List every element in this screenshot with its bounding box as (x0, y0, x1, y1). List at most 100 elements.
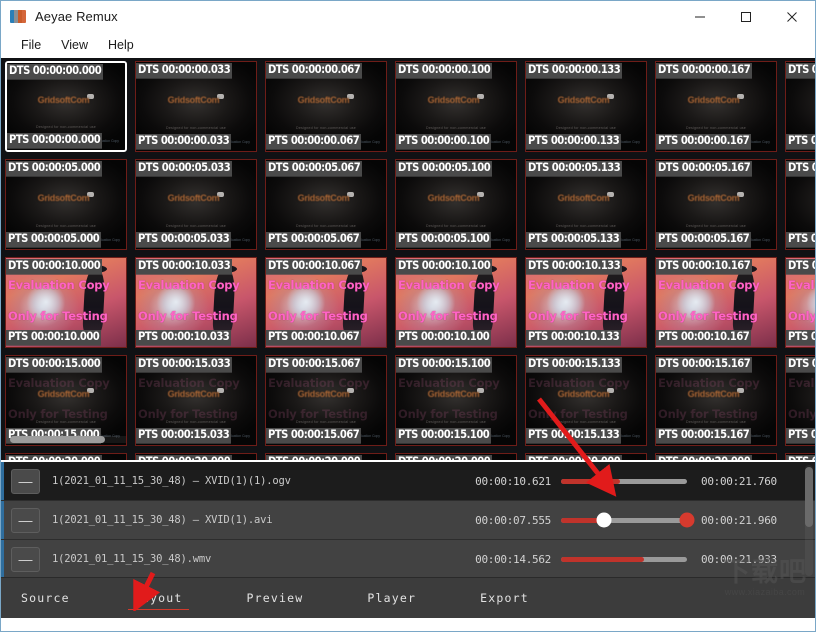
remove-file-button[interactable]: — (11, 507, 40, 533)
file-list-row[interactable]: — 1(2021_01_11_15_30_48) – XVID(1)(1).ogv… (1, 462, 815, 501)
thumbnail-cell[interactable]: Evaluation Copy Only for Testing DTS 00 PTS… (781, 254, 815, 352)
evaluation-watermark-line1: Evaluation Copy (658, 278, 760, 293)
close-button[interactable] (769, 1, 815, 32)
evaluation-watermark-line2: Only for Testing (8, 308, 108, 323)
thumbnail-cell[interactable]: Sponsored byGridsoftComDesigned for non-… (1, 352, 131, 450)
thumbnail-frame: Sponsored byGridsoftComDesigned for non-… (135, 61, 257, 152)
file-list-scrollbar[interactable] (805, 465, 813, 576)
dts-timestamp-label: DTS 00:00:05.000 (6, 161, 103, 177)
thumbnail-cell[interactable]: Sponsored byGridsoftComDesigned for non-… (391, 352, 521, 450)
frame-note-text: Designed for non-commercial use (296, 125, 356, 130)
thumbnail-grid[interactable]: Sponsored byGridsoftComDesigned for non-… (1, 58, 815, 460)
evaluation-watermark-line2: Only for Testing (528, 406, 628, 421)
thumbnail-cell[interactable]: Sponsored byGridsoftComDesigned for non-… (261, 58, 391, 156)
thumbnail-cell[interactable]: DTS 00:00:20.000 (261, 450, 391, 460)
thumbnail-cell[interactable]: Evaluation Copy Only for Testing DTS 00:00… (521, 254, 651, 352)
thumbnail-cell[interactable]: DTS 00:00:20.000 (651, 450, 781, 460)
thumbnail-cell[interactable]: Evaluation Copy Only for Testing DTS 00:00… (261, 254, 391, 352)
thumbnail-cell[interactable]: Evaluation Copy Only for Testing DTS 00:00… (651, 254, 781, 352)
thumbnail-cell[interactable]: Sponsored byGridsoftComDesigned for non-… (651, 156, 781, 254)
thumbnail-cell[interactable]: Sponsored byGridsoftComDesigned for non-… (781, 58, 815, 156)
trim-slider[interactable] (561, 556, 687, 562)
file-name-label: 1(2021_01_11_15_30_48).wmv (52, 553, 212, 565)
menu-item-file[interactable]: File (11, 35, 51, 55)
dts-timestamp-label: DTS 00:00:05.067 (266, 161, 363, 177)
slider-handle-start[interactable] (596, 512, 612, 528)
pts-timestamp-label: PTS 00 (786, 232, 815, 248)
tab-player[interactable]: Player (365, 587, 418, 609)
thumbnail-frame: DTS 00:00:20.000 (785, 453, 815, 460)
thumbnail-cell[interactable]: Evaluation Copy Only for Testing DTS 00:00… (131, 254, 261, 352)
dts-timestamp-label: DTS 00:00:10.167 (656, 259, 753, 275)
frame-logo-text: GridsoftCom (656, 94, 776, 105)
thumbnail-cell[interactable]: Sponsored byGridsoftComDesigned for non-… (261, 156, 391, 254)
trim-slider[interactable] (561, 478, 687, 484)
pts-timestamp-label: PTS 00:00:05.067 (266, 232, 362, 248)
thumbnail-frame: Sponsored byGridsoftComDesigned for non-… (135, 159, 257, 250)
frame-logo-text: GridsoftCom (7, 94, 125, 105)
thumbnail-cell[interactable]: Sponsored byGridsoftComDesigned for non-… (1, 58, 131, 156)
evaluation-watermark-line2: Only for Testing (658, 308, 758, 323)
evaluation-watermark-line1: Evaluation Copy (8, 278, 110, 293)
pts-timestamp-label: PTS 00:00:05.000 (6, 232, 102, 248)
minimize-button[interactable] (677, 1, 723, 32)
evaluation-watermark-line1: Evaluation Copy (268, 376, 370, 391)
thumbnail-frame: Sponsored byGridsoftComDesigned for non-… (265, 61, 387, 152)
thumbnail-cell[interactable]: Sponsored byGridsoftComDesigned for non-… (781, 156, 815, 254)
thumbnail-cell[interactable]: Sponsored byGridsoftComDesigned for non-… (391, 58, 521, 156)
tab-source[interactable]: Source (19, 587, 72, 609)
thumbnail-frame: Sponsored byGridsoftComDesigned for non-… (655, 159, 777, 250)
remove-file-button[interactable]: — (11, 546, 40, 572)
maximize-button[interactable] (723, 1, 769, 32)
thumbnail-cell[interactable]: Sponsored byGridsoftComDesigned for non-… (521, 352, 651, 450)
thumbnail-cell[interactable]: Sponsored byGridsoftComDesigned for non-… (521, 58, 651, 156)
thumbnail-cell[interactable]: DTS 00:00:20.000 (131, 450, 261, 460)
thumbnail-cell[interactable]: DTS 00:00:20.000 (391, 450, 521, 460)
thumbnail-cell[interactable]: DTS 00:00:20.000 (1, 450, 131, 460)
thumbnail-frame: Sponsored byGridsoftComDesigned for non-… (785, 159, 815, 250)
frame-note-text: Designed for non-commercial use (36, 125, 96, 130)
thumbnail-cell[interactable]: Sponsored byGridsoftComDesigned for non-… (781, 352, 815, 450)
file-list-panel[interactable]: — 1(2021_01_11_15_30_48) – XVID(1)(1).ogv… (1, 460, 815, 577)
slider-handle-end[interactable] (679, 512, 695, 528)
thumbnail-cell[interactable]: Sponsored byGridsoftComDesigned for non-… (391, 156, 521, 254)
frame-logo-text: GridsoftCom (396, 192, 516, 203)
pts-timestamp-label: PTS 00:00:00.133 (526, 134, 622, 150)
pts-timestamp-label: PTS 00:00:10.033 (136, 330, 232, 346)
trim-slider[interactable] (561, 512, 695, 528)
evaluation-watermark-line2: Only for Testing (138, 406, 238, 421)
dts-timestamp-label: DTS 00:00:10.100 (396, 259, 493, 275)
dts-timestamp-label: DTS 00:00:10.000 (6, 259, 103, 275)
pts-timestamp-label: PTS 00:00:10.000 (6, 330, 102, 346)
dts-timestamp-label: DTS 00:00:00.000 (7, 64, 104, 80)
thumbnail-cell[interactable]: Sponsored byGridsoftComDesigned for non-… (651, 58, 781, 156)
slider-fill (561, 478, 621, 484)
thumbnail-cell[interactable]: DTS 00:00:20.000 (521, 450, 651, 460)
frame-note-text: Designed for non-commercial use (166, 223, 226, 228)
thumbnail-cell[interactable]: Sponsored byGridsoftComDesigned for non-… (131, 352, 261, 450)
thumbnail-frame: Sponsored byGridsoftComDesigned for non-… (265, 159, 387, 250)
thumbnail-cell[interactable]: Sponsored byGridsoftComDesigned for non-… (261, 352, 391, 450)
file-list-row[interactable]: — 1(2021_01_11_15_30_48).wmv 00:00:14.562 0… (1, 540, 815, 577)
file-list-row[interactable]: — 1(2021_01_11_15_30_48) – XVID(1).avi 00:… (1, 501, 815, 540)
thumbnail-cell[interactable]: Sponsored byGridsoftComDesigned for non-… (1, 156, 131, 254)
tab-export[interactable]: Export (478, 587, 531, 609)
thumbnail-cell[interactable]: Evaluation Copy Only for Testing DTS 00:00… (1, 254, 131, 352)
thumbnail-cell[interactable]: Sponsored byGridsoftComDesigned for non-… (131, 58, 261, 156)
thumbnail-cell[interactable]: DTS 00:00:20.000 (781, 450, 815, 460)
pts-timestamp-label: PTS 00:00:05.133 (526, 232, 622, 248)
thumbnail-row: Sponsored byGridsoftComDesigned for non-… (1, 58, 815, 156)
thumbnail-cell[interactable]: Evaluation Copy Only for Testing DTS 00:00… (391, 254, 521, 352)
thumbnail-cell[interactable]: Sponsored byGridsoftComDesigned for non-… (131, 156, 261, 254)
thumbnail-frame: DTS 00:00:20.000 (525, 453, 647, 460)
tab-preview[interactable]: Preview (245, 587, 306, 609)
thumbnail-cell[interactable]: Sponsored byGridsoftComDesigned for non-… (521, 156, 651, 254)
menu-item-help[interactable]: Help (98, 35, 144, 55)
remove-file-button[interactable]: — (11, 468, 40, 494)
menu-item-view[interactable]: View (51, 35, 98, 55)
thumbnail-cell[interactable]: Sponsored byGridsoftComDesigned for non-… (651, 352, 781, 450)
pts-timestamp-label: PTS 00:00:15.033 (136, 428, 232, 444)
grid-horizontal-scrollbar[interactable] (10, 436, 126, 443)
pts-timestamp-label: PTS 00 (786, 428, 815, 444)
tab-layout[interactable]: Layout (127, 587, 189, 610)
